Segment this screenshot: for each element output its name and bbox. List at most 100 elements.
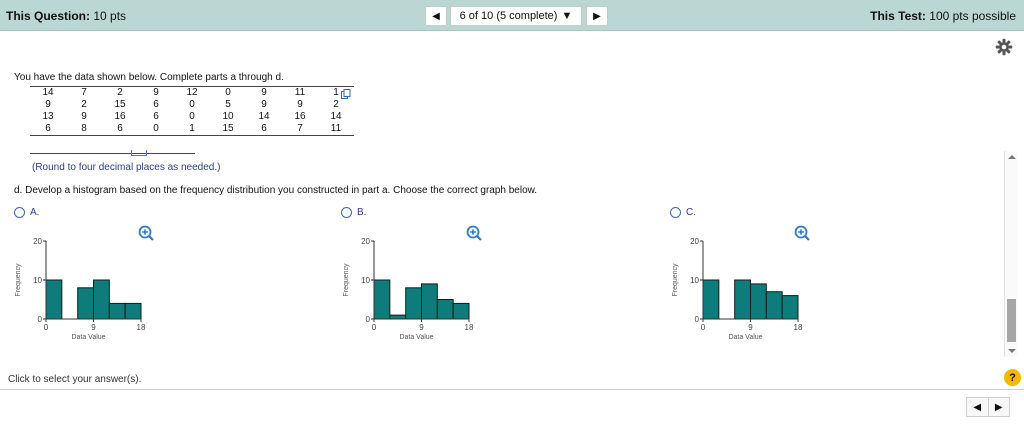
- data-table-cell: 9: [297, 99, 303, 110]
- data-table-cell: 14: [30, 86, 66, 99]
- data-table-cell: 14: [258, 111, 270, 122]
- option-b-radio[interactable]: [341, 207, 352, 218]
- histogram-bar: [436, 299, 454, 320]
- option-a-radio[interactable]: [14, 207, 25, 218]
- question-select[interactable]: 6 of 10 (5 complete) ▼: [450, 6, 582, 26]
- data-table-row: 14 7 2 9 12 0 9 11 1: [30, 86, 354, 99]
- option-a[interactable]: A.: [14, 207, 39, 218]
- data-table-cell: 6: [153, 99, 159, 110]
- part-d-prompt: d. Develop a histogram based on the freq…: [14, 185, 538, 196]
- gear-icon[interactable]: [995, 38, 1013, 56]
- y-tick-label: 0: [366, 315, 371, 324]
- data-table-cell: 0: [210, 86, 246, 99]
- previous-question-button[interactable]: ◀: [425, 6, 447, 26]
- data-table-cell: 8: [66, 123, 102, 136]
- footer-previous-button[interactable]: ◀: [967, 398, 989, 416]
- x-tick-label: 18: [465, 323, 474, 332]
- histogram-bar: [405, 287, 422, 320]
- data-table-cell: 14: [330, 111, 342, 122]
- question-points: This Question: 10 pts: [6, 9, 126, 23]
- option-c-radio[interactable]: [670, 207, 681, 218]
- test-points-label: This Test:: [870, 9, 926, 23]
- x-axis-label: Data Value: [399, 334, 433, 341]
- x-tick-label: 9: [748, 323, 753, 332]
- y-tick-label: 0: [695, 315, 700, 324]
- data-table-cell: 11: [282, 86, 318, 99]
- x-tick-label: 18: [137, 323, 146, 332]
- data-table-cell: 15: [114, 99, 126, 110]
- x-tick-label: 9: [91, 323, 96, 332]
- histogram-bar: [452, 302, 470, 320]
- y-tick-label: 10: [33, 276, 42, 285]
- header-bar: This Question: 10 pts ◀ 6 of 10 (5 compl…: [0, 0, 1024, 31]
- data-table-cell: 6: [153, 111, 159, 122]
- histogram-bar: [108, 302, 126, 320]
- option-b[interactable]: B.: [341, 207, 366, 218]
- histogram-bar: [750, 283, 767, 320]
- data-table-cell: 9: [45, 99, 51, 110]
- data-table-cell: 2: [81, 99, 87, 110]
- histogram-bar: [734, 279, 751, 320]
- triangle-left-icon: ◀: [432, 10, 440, 22]
- instruction-note: Click to select your answer(s).: [8, 374, 142, 385]
- scroll-thumb[interactable]: [1007, 299, 1016, 342]
- data-table-cell: 9: [261, 99, 267, 110]
- data-table-cell: 12: [174, 86, 210, 99]
- data-table-cell: 6: [30, 123, 66, 136]
- x-tick-label: 0: [44, 323, 49, 332]
- histogram-bar: [373, 279, 391, 320]
- histogram-bar: [389, 314, 407, 320]
- x-tick-label: 0: [372, 323, 377, 332]
- histogram-bar: [421, 283, 438, 320]
- option-c-label: C.: [686, 207, 696, 218]
- histogram-bar: [93, 279, 110, 320]
- x-tick-label: 0: [701, 323, 706, 332]
- data-table-cell: 13: [42, 111, 54, 122]
- data-table-cell: 0: [138, 123, 174, 136]
- question-prompt: You have the data shown below. Complete …: [14, 72, 284, 83]
- scroll-up-arrow-icon[interactable]: [1008, 155, 1016, 159]
- y-tick-label: 20: [361, 237, 370, 246]
- next-question-button[interactable]: ▶: [586, 6, 608, 26]
- footer-divider: [0, 389, 1024, 390]
- y-axis-label: Frequency: [672, 263, 679, 297]
- histogram-bar: [781, 295, 799, 320]
- data-table-cell: 16: [294, 111, 306, 122]
- scrollbar[interactable]: [1004, 151, 1018, 357]
- test-points: This Test: 100 pts possible: [870, 9, 1016, 23]
- rounding-note: (Round to four decimal places as needed.…: [32, 162, 221, 173]
- footer-next-button[interactable]: ▶: [989, 398, 1010, 416]
- y-tick-label: 10: [361, 276, 370, 285]
- triangle-right-icon: ▶: [593, 10, 601, 22]
- question-progress: 6 of 10 (5 complete): [459, 10, 558, 22]
- data-table-row: 6 8 6 0 1 15 6 7 11: [30, 123, 354, 136]
- y-tick-label: 20: [690, 237, 699, 246]
- question-points-label: This Question:: [6, 9, 90, 23]
- answer-input-box[interactable]: [131, 150, 147, 156]
- data-table-cell: 0: [189, 111, 195, 122]
- histogram-bar: [45, 279, 63, 320]
- help-button[interactable]: ?: [1004, 369, 1021, 386]
- histogram-bar: [77, 287, 94, 320]
- data-table-cell: 10: [222, 111, 234, 122]
- x-axis-label: Data Value: [71, 334, 105, 341]
- option-c[interactable]: C.: [670, 207, 696, 218]
- y-tick-label: 10: [690, 276, 699, 285]
- data-table-cell: 2: [102, 86, 138, 99]
- scroll-down-arrow-icon[interactable]: [1008, 349, 1016, 353]
- histogram-c: 0 10 20 0 9 18 Data Value Frequency: [672, 237, 803, 341]
- data-table-cell: 5: [225, 99, 231, 110]
- option-b-label: B.: [357, 207, 367, 218]
- triangle-down-icon: ▼: [561, 10, 573, 22]
- x-tick-label: 9: [419, 323, 424, 332]
- data-table-cell: 1: [174, 123, 210, 136]
- data-table-cell: 7: [66, 86, 102, 99]
- x-axis-label: Data Value: [728, 334, 762, 341]
- option-a-label: A.: [30, 207, 40, 218]
- data-table-cell: 0: [189, 99, 195, 110]
- data-table: 14 7 2 9 12 0 9 11 1 9 2 15 6 0 5 9 9 2 13 9 16 6 0 10 14 16 14 6 8 6…: [30, 86, 354, 136]
- y-tick-label: 20: [33, 237, 42, 246]
- copy-icon[interactable]: [341, 89, 351, 99]
- footer-nav: ◀ ▶: [966, 397, 1010, 417]
- x-tick-label: 18: [794, 323, 803, 332]
